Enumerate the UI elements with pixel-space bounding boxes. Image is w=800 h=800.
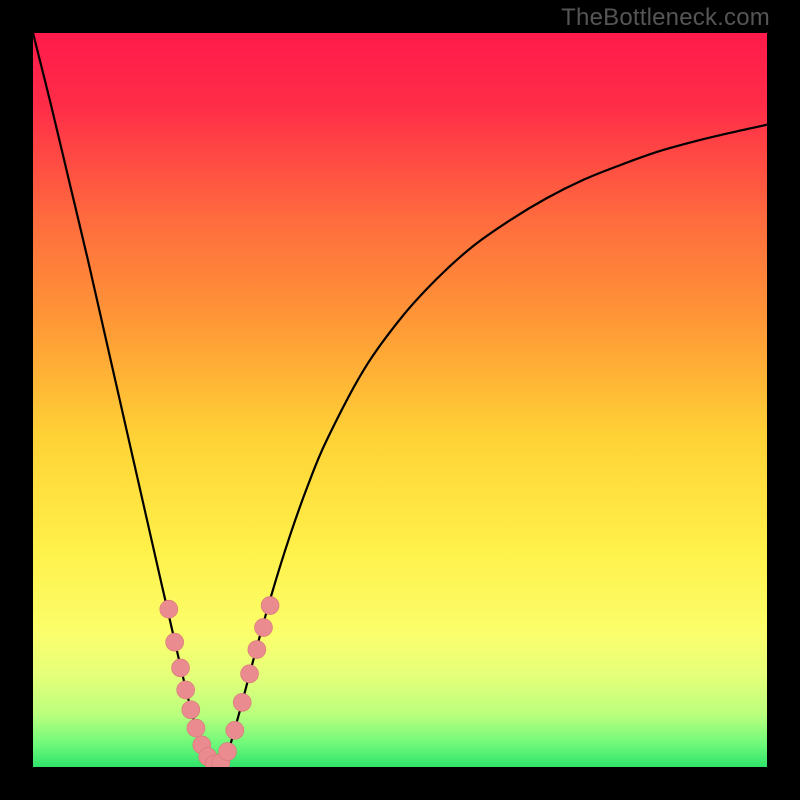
curve-marker — [233, 693, 251, 711]
plot-area — [33, 33, 767, 767]
chart-svg — [33, 33, 767, 767]
watermark-text: TheBottleneck.com — [561, 4, 770, 32]
curve-marker — [241, 665, 259, 683]
curve-marker — [248, 641, 266, 659]
curve-marker — [166, 633, 184, 651]
curve-marker — [172, 659, 190, 677]
curve-marker — [160, 600, 178, 618]
curve-marker — [177, 681, 195, 699]
chart-frame: TheBottleneck.com — [0, 0, 800, 800]
curve-marker — [261, 597, 279, 615]
curve-marker — [226, 721, 244, 739]
gradient-background — [33, 33, 767, 767]
curve-marker — [219, 743, 237, 761]
curve-marker — [254, 619, 272, 637]
curve-marker — [187, 719, 205, 737]
curve-marker — [182, 701, 200, 719]
